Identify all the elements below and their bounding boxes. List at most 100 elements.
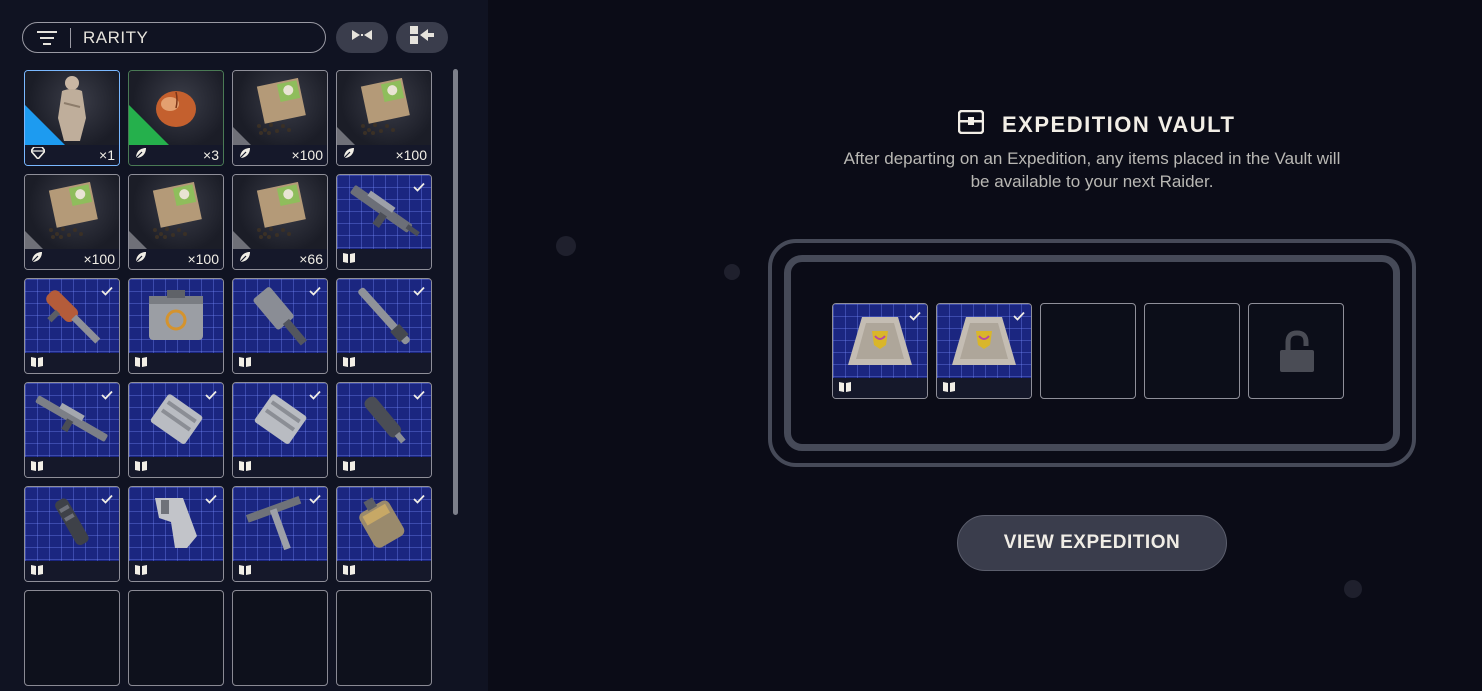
inventory-slot-launcher-blueprint[interactable]: [24, 278, 120, 374]
item-quantity: ×100: [395, 147, 427, 163]
slot-footer: [233, 457, 327, 477]
vault-slot-empty[interactable]: [1144, 303, 1240, 399]
seed-packet-image: [337, 71, 431, 145]
check-icon: [413, 387, 425, 405]
inventory-slot-suppressor-blueprint[interactable]: [336, 382, 432, 478]
slot-footer: [233, 561, 327, 581]
blueprint-book-icon: [31, 562, 43, 580]
dust-particle: [1344, 580, 1362, 598]
inventory-slot-barrel-blueprint[interactable]: [336, 278, 432, 374]
check-icon: [309, 283, 321, 301]
leaf-icon: [239, 250, 251, 268]
blueprint-book-icon: [343, 354, 355, 372]
blueprint-book-icon: [31, 354, 43, 372]
slot-footer: [337, 457, 431, 477]
inventory-slot-seed-packet[interactable]: ×100: [128, 174, 224, 270]
blueprint-book-icon: [839, 379, 851, 397]
slot-footer: ×66: [233, 249, 327, 269]
filter-label: RARITY: [83, 27, 149, 47]
slot-footer: [25, 561, 119, 581]
slot-footer: [25, 353, 119, 373]
collapse-button[interactable]: [336, 22, 388, 53]
statue-image: [25, 71, 119, 145]
leaf-icon: [135, 146, 147, 164]
vault-title: EXPEDITION VAULT: [1002, 111, 1236, 137]
vault-description: After departing on an Expedition, any it…: [843, 149, 1341, 191]
blueprint-book-icon: [239, 562, 251, 580]
slot-footer: [25, 457, 119, 477]
blueprint-book-icon: [135, 354, 147, 372]
check-icon: [309, 491, 321, 509]
slot-footer: [129, 457, 223, 477]
seed-packet-image: [233, 71, 327, 145]
rarity-filter-dropdown[interactable]: RARITY: [22, 22, 326, 53]
inventory-slot-seed-packet[interactable]: ×100: [24, 174, 120, 270]
check-icon: [101, 387, 113, 405]
slot-footer: [129, 561, 223, 581]
item-quantity: ×66: [299, 251, 323, 267]
check-icon: [205, 491, 217, 509]
vault-chest-icon: [957, 109, 985, 139]
seed-packet-image: [129, 175, 223, 249]
slot-footer: ×100: [337, 145, 431, 165]
leaf-icon: [31, 250, 43, 268]
leaf-icon: [343, 146, 355, 164]
inventory-panel: RARITY ×1 ×3 ×100 ×100 ×100 ×100 ×66: [0, 0, 488, 691]
inventory-slot-long-rifle-blueprint[interactable]: [24, 382, 120, 478]
blueprint-book-icon: [135, 458, 147, 476]
slot-footer: [233, 353, 327, 373]
check-icon: [413, 179, 425, 197]
inventory-slot-peach[interactable]: ×3: [128, 70, 224, 166]
seed-packet-image: [25, 175, 119, 249]
diamond-icon: [29, 146, 47, 164]
slot-footer: [337, 561, 431, 581]
inventory-slot-empty[interactable]: [128, 590, 224, 686]
slot-footer: ×3: [129, 145, 223, 165]
view-expedition-label: VIEW EXPEDITION: [1003, 532, 1181, 553]
slot-footer: ×100: [233, 145, 327, 165]
inventory-slot-muzzle-blueprint[interactable]: [24, 486, 120, 582]
move-to-left-button[interactable]: [396, 22, 448, 53]
inventory-slot-seed-packet[interactable]: ×100: [336, 70, 432, 166]
inventory-slot-stock-blueprint[interactable]: [128, 486, 224, 582]
inventory-slot-magazine-blueprint[interactable]: [128, 382, 224, 478]
inventory-slot-seed-packet[interactable]: ×66: [232, 174, 328, 270]
check-icon: [909, 308, 921, 326]
view-expedition-button[interactable]: VIEW EXPEDITION: [957, 515, 1227, 571]
inventory-slot-statue[interactable]: ×1: [24, 70, 120, 166]
blueprint-book-icon: [239, 458, 251, 476]
vault-slot-empty[interactable]: [1040, 303, 1136, 399]
slot-footer: [129, 353, 223, 373]
inventory-slot-rifle-blueprint[interactable]: [336, 174, 432, 270]
inventory-slot-empty[interactable]: [232, 590, 328, 686]
vault-slot-shield-case-blueprint[interactable]: [936, 303, 1032, 399]
inventory-slot-magazine-blueprint[interactable]: [232, 382, 328, 478]
inventory-slot-crate-blueprint[interactable]: [128, 278, 224, 374]
inventory-slot-seed-packet[interactable]: ×100: [232, 70, 328, 166]
vault-slot-shield-case-blueprint[interactable]: [832, 303, 928, 399]
item-quantity: ×1: [99, 147, 115, 163]
slot-footer: [337, 353, 431, 373]
slot-footer: [337, 249, 431, 269]
inventory-scrollbar[interactable]: [453, 69, 458, 515]
inventory-slot-heavy-gun-blueprint[interactable]: [232, 278, 328, 374]
inventory-slot-grenade-blueprint[interactable]: [336, 486, 432, 582]
blueprint-book-icon: [239, 354, 251, 372]
blueprint-book-icon: [31, 458, 43, 476]
seed-packet-image: [233, 175, 327, 249]
blueprint-book-icon: [343, 562, 355, 580]
inventory-slot-tool-blueprint[interactable]: [232, 486, 328, 582]
leaf-icon: [239, 146, 251, 164]
inventory-slot-empty[interactable]: [24, 590, 120, 686]
blueprint-book-icon: [343, 458, 355, 476]
check-icon: [413, 283, 425, 301]
item-quantity: ×3: [203, 147, 219, 163]
blueprint-book-icon: [943, 379, 955, 397]
item-quantity: ×100: [291, 147, 323, 163]
padlock-icon: [1279, 330, 1315, 379]
move-to-left-icon: [410, 26, 434, 49]
peach-image: [129, 71, 223, 145]
slot-footer: ×1: [25, 145, 119, 165]
inventory-slot-empty[interactable]: [336, 590, 432, 686]
slot-footer: [937, 378, 1031, 398]
